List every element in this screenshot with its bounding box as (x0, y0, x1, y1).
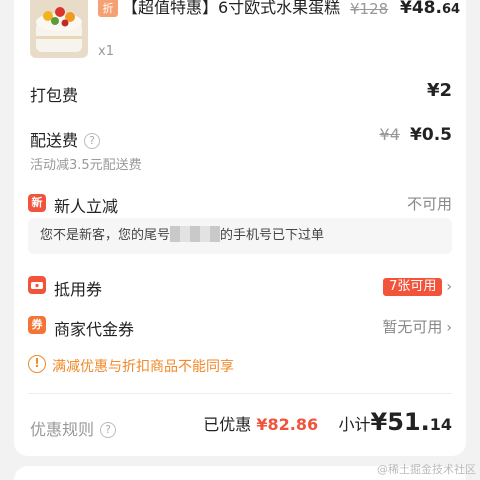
watermark-text: @稀土掘金技术社区 (377, 463, 476, 476)
divider (28, 393, 452, 394)
discount-tag: 折 (98, 0, 118, 17)
delivery-fee-value: ¥4 ¥0.5 (380, 125, 452, 145)
new-user-discount-label: 新人立减 (54, 197, 119, 216)
chevron-right-icon: › (446, 279, 452, 295)
discount-rules-link[interactable]: 优惠规则? (30, 416, 117, 440)
help-icon[interactable]: ? (100, 422, 117, 438)
subtotal-decimal: 14 (429, 415, 452, 434)
saved-amount: ¥82.86 (256, 415, 319, 434)
new-user-icon: 新 (28, 194, 46, 212)
coupon-count-badge: 7张可用 (383, 278, 443, 296)
delivery-old-price: ¥4 (379, 125, 400, 144)
merchant-voucher-status: 暂无可用 (382, 318, 443, 336)
coupon-icon (28, 276, 46, 294)
original-price: ¥128 (350, 0, 389, 18)
subtotal-amount: ¥51. (370, 408, 430, 436)
delivery-fee-label: 配送费? (30, 127, 101, 151)
discount-conflict-warning: 满减优惠与折扣商品不能同享 (52, 359, 234, 375)
packing-fee-label: 打包费 (30, 86, 79, 105)
current-price: ¥48.64 (400, 0, 461, 18)
delivery-new-price: ¥0.5 (410, 125, 452, 145)
chevron-right-icon: › (446, 320, 452, 336)
order-summary-card: 折 【超值特惠】6寸欧式水果蛋糕 ¥128 ¥48.64 x1 打包费 ¥2 配… (14, 0, 466, 456)
order-totals: 已优惠 ¥82.86 小计¥51.14 (203, 408, 452, 436)
product-image[interactable] (30, 0, 88, 58)
new-user-status: 不可用 (406, 195, 452, 213)
help-icon[interactable]: ? (84, 133, 101, 149)
product-title[interactable]: 【超值特惠】6寸欧式水果蛋糕 (122, 0, 340, 18)
merchant-voucher-icon: 券 (28, 316, 46, 334)
delivery-discount-note: 活动减3.5元配送费 (30, 158, 142, 173)
merchant-voucher-selector[interactable]: 暂无可用 › (382, 316, 452, 337)
new-user-info-box: 您不是新客，您的尾号 的手机号已下过单 (28, 218, 452, 254)
warning-icon: ! (28, 355, 46, 373)
masked-phone-digits (170, 226, 221, 242)
merchant-voucher-label[interactable]: 商家代金券 (54, 316, 134, 340)
saved-label: 已优惠 (203, 415, 252, 434)
packing-fee-value: ¥2 (426, 80, 452, 101)
coupon-label[interactable]: 抵用券 (54, 276, 102, 300)
subtotal-label: 小计 (338, 415, 371, 434)
product-quantity: x1 (98, 44, 114, 59)
coupon-selector[interactable]: 7张可用 › (383, 276, 452, 296)
